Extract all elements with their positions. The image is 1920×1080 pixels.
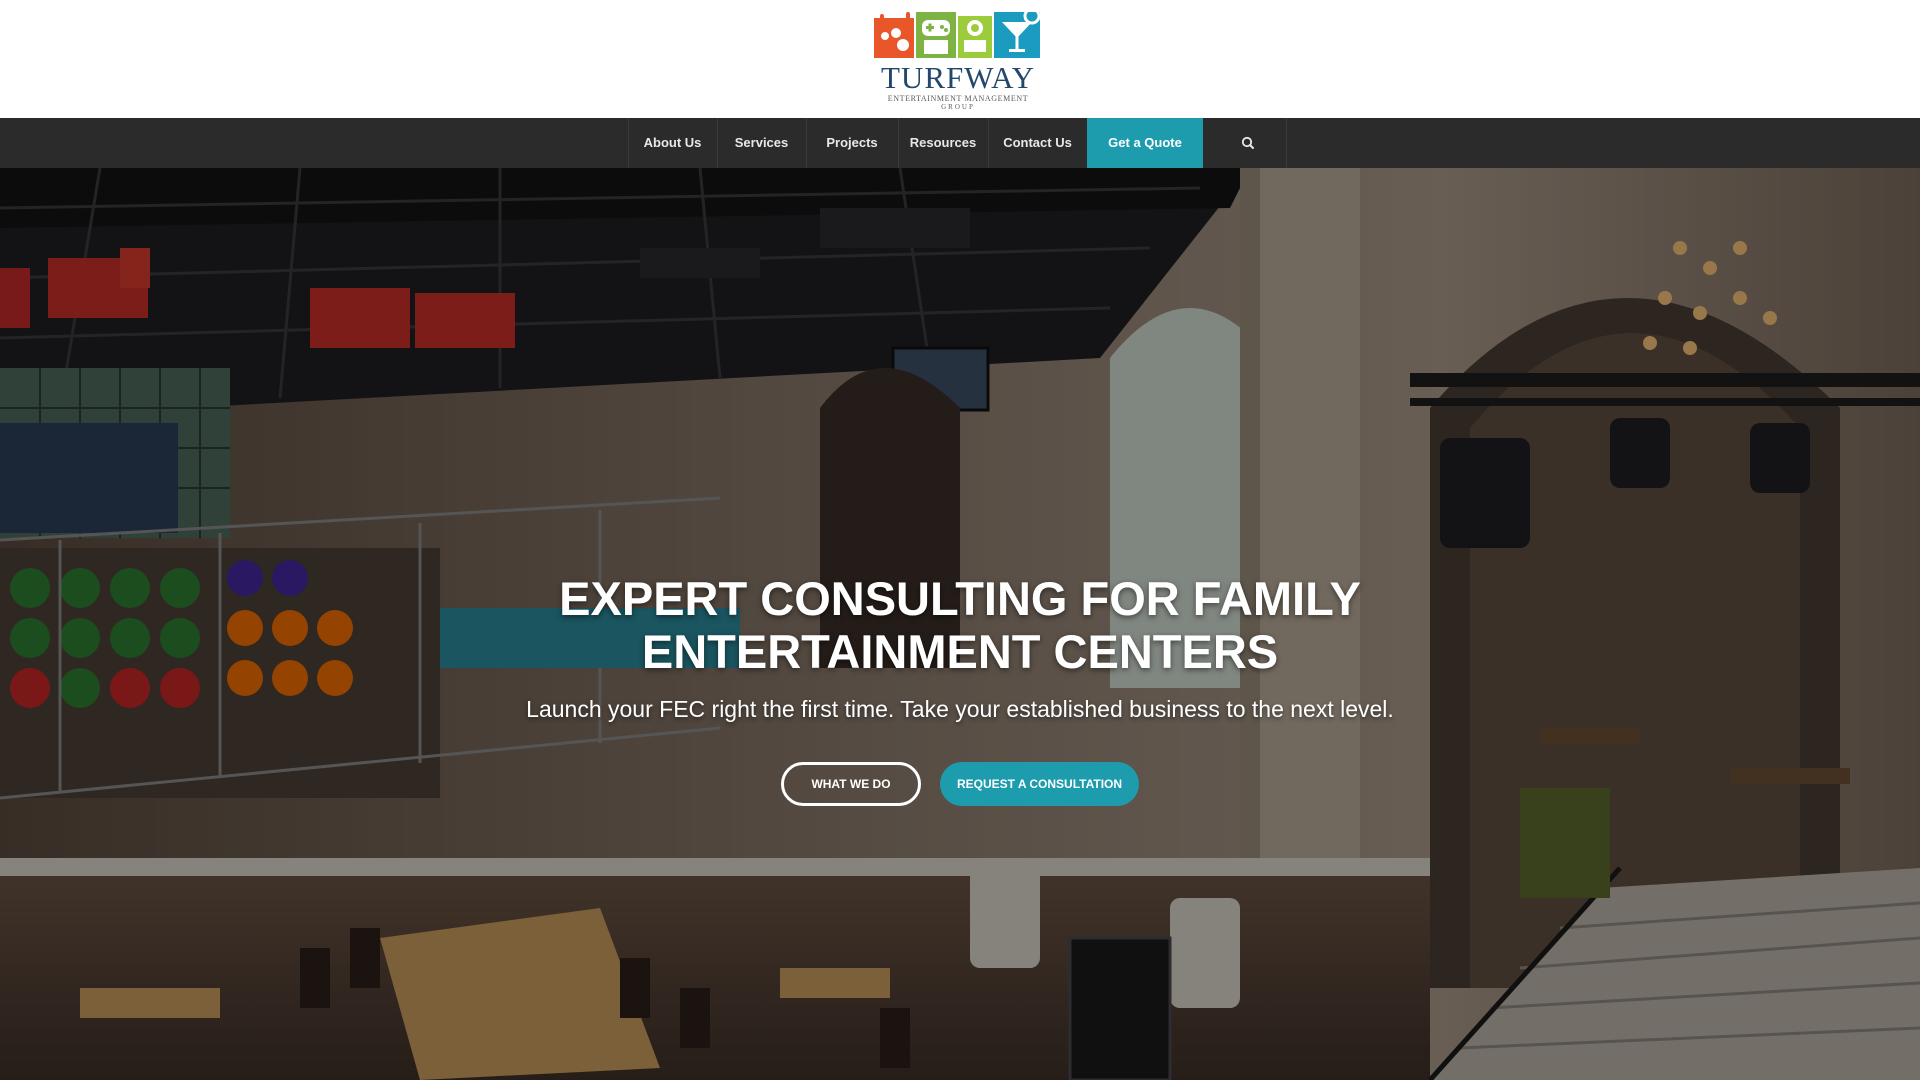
nav-item-services[interactable]: Services [717,118,806,168]
logo-tagline-group: GROUP [941,103,975,111]
nav-label: Projects [826,135,878,150]
nav-label: Contact Us [1003,135,1072,150]
nav-item-projects[interactable]: Projects [806,118,898,168]
logo-wordmark: TURFWAY [881,60,1035,95]
hero-title-line-2: ENTERTAINMENT CENTERS [641,625,1279,678]
logo-tagline: ENTERTAINMENT MANAGEMENT [887,94,1029,103]
request-consultation-label: REQUEST A CONSULTATION [956,777,1123,791]
site-logo[interactable]: TURFWAY ENTERTAINMENT MANAGEMENT GROUP [872,6,1044,114]
nav-item-resources[interactable]: Resources [898,118,988,168]
nav-item-about-us[interactable]: About Us [628,118,717,168]
nav-label: Services [734,135,789,150]
nav-item-contact-us[interactable]: Contact Us [988,118,1087,168]
nav-divider [988,118,989,168]
logo-icons [874,7,1041,58]
nav-divider [628,118,629,168]
nav-label: About Us [643,135,702,150]
search-icon [1241,136,1254,149]
nav-label: Get a Quote [1108,135,1182,150]
main-nav: About Us Services Projects Resources Con… [0,118,1920,168]
nav-search-button[interactable] [1203,118,1287,168]
hero-subtitle: Launch your FEC right the first time. Ta… [526,696,1394,722]
nav-divider [717,118,718,168]
nav-item-get-a-quote[interactable]: Get a Quote [1087,118,1203,168]
request-consultation-button[interactable]: REQUEST A CONSULTATION [940,762,1139,806]
nav-divider [806,118,807,168]
hero-title-line-1: EXPERT CONSULTING FOR FAMILY [559,572,1361,625]
hero-section: EXPERT CONSULTING FOR FAMILY ENTERTAINME… [0,168,1920,1080]
what-we-do-button[interactable]: WHAT WE DO [781,762,921,806]
what-we-do-label: WHAT WE DO [811,777,891,791]
nav-divider [898,118,899,168]
nav-label: Resources [909,135,977,150]
hero-title: EXPERT CONSULTING FOR FAMILY ENTERTAINME… [460,572,1460,678]
site-header: TURFWAY ENTERTAINMENT MANAGEMENT GROUP [0,0,1920,118]
